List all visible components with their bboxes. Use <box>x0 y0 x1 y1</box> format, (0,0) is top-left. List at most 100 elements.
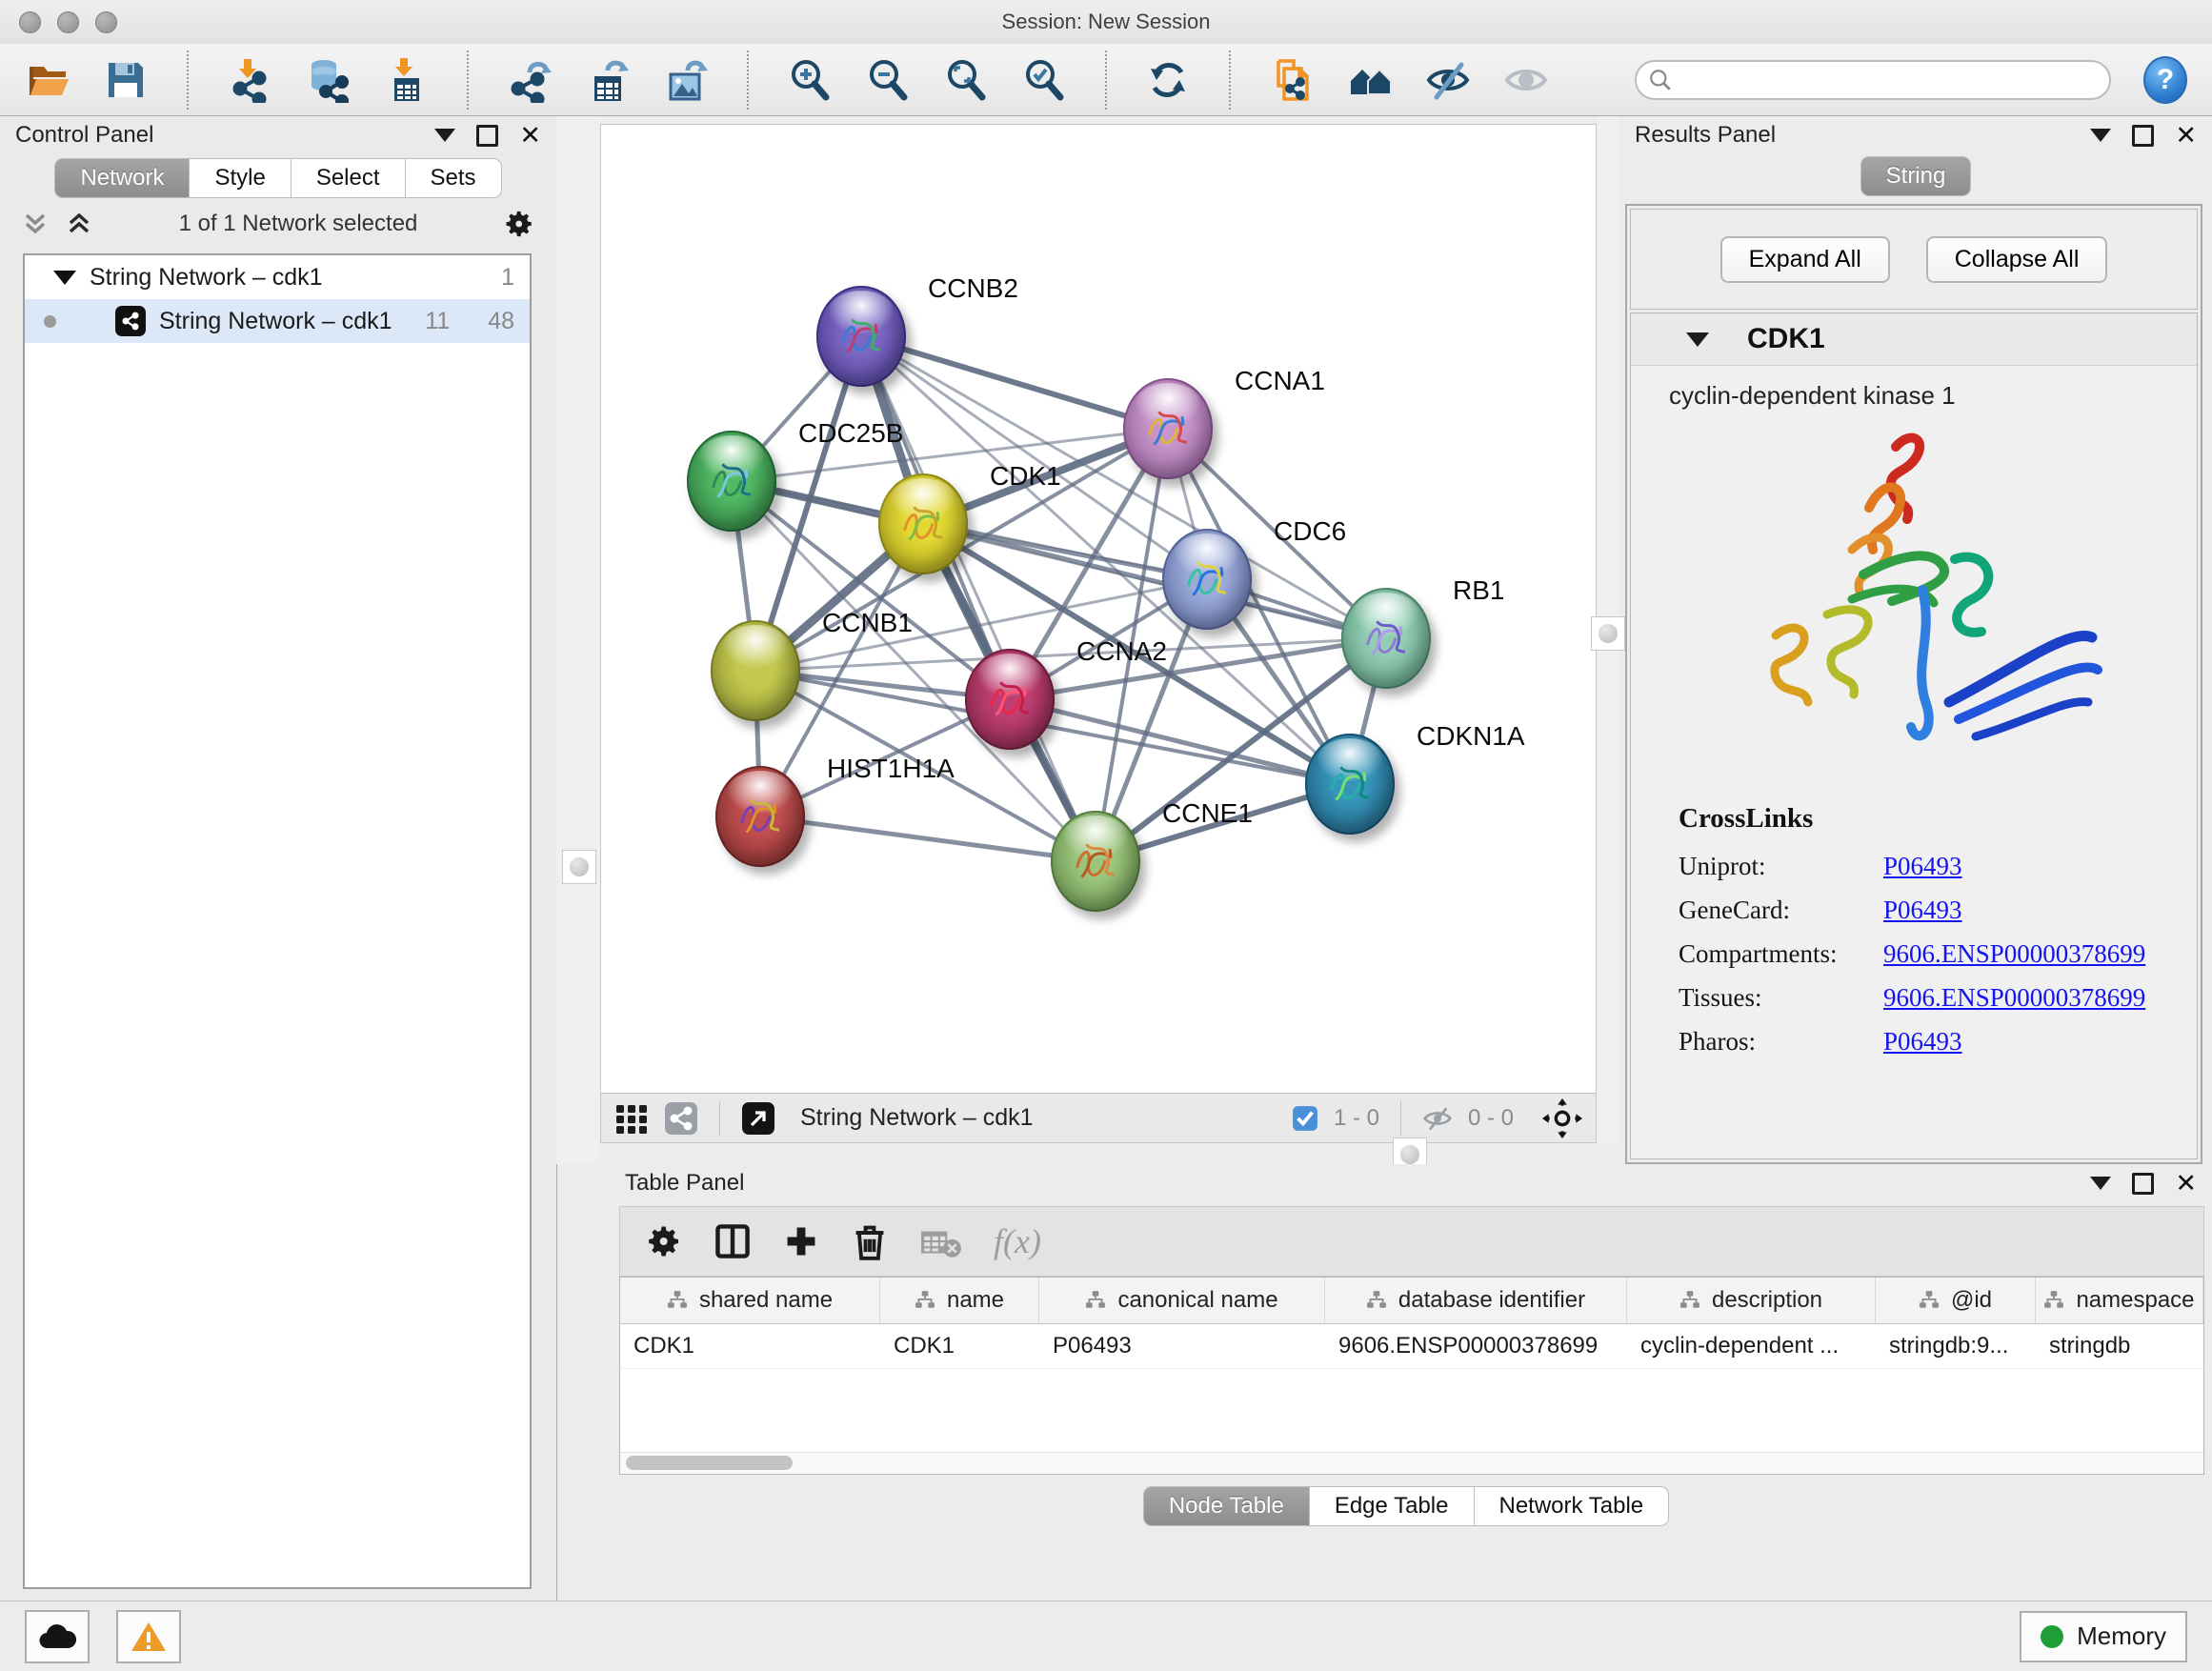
houses-icon[interactable] <box>1347 57 1393 103</box>
network-collection-row[interactable]: String Network – cdk1 1 <box>25 255 530 299</box>
left-splitter-handle[interactable] <box>562 850 596 884</box>
crosslink-link[interactable]: P06493 <box>1883 896 1962 925</box>
crosslink-link[interactable]: P06493 <box>1883 1027 1962 1057</box>
network-row[interactable]: String Network – cdk1 11 48 <box>25 299 530 343</box>
network-canvas[interactable]: CCNB2CCNA1CDC25BCDK1CDC6RB1CCNB1CCNA2CDK… <box>601 125 1596 1093</box>
column-header-name[interactable]: name <box>880 1278 1039 1323</box>
edge-ccnb2-ccne1[interactable] <box>861 336 1096 861</box>
network-node-hist1h1a[interactable] <box>715 766 805 867</box>
center-view-icon[interactable] <box>1542 1098 1582 1138</box>
crosslink-link[interactable]: P06493 <box>1883 852 1962 881</box>
scrollbar-thumb[interactable] <box>626 1456 793 1470</box>
crosslink-link[interactable]: 9606.ENSP00000378699 <box>1883 939 2145 969</box>
panel-menu-icon[interactable] <box>2090 1177 2111 1190</box>
import-network-from-database-icon[interactable] <box>305 57 351 103</box>
clone-network-icon[interactable] <box>1269 57 1315 103</box>
open-session-icon[interactable] <box>25 57 70 103</box>
left-splitter[interactable] <box>556 116 600 1164</box>
protein-section-header[interactable]: CDK1 <box>1631 313 2197 366</box>
panel-float-icon[interactable] <box>2132 125 2154 147</box>
table-cell[interactable]: stringdb <box>2036 1324 2203 1368</box>
column-header-shared-name[interactable]: shared name <box>620 1278 880 1323</box>
network-node-ccnb2[interactable] <box>816 286 906 387</box>
tab-network-table[interactable]: Network Table <box>1475 1486 1670 1526</box>
tab-node-table[interactable]: Node Table <box>1143 1486 1310 1526</box>
search-input[interactable] <box>1680 67 2098 93</box>
table-cell[interactable]: P06493 <box>1039 1324 1325 1368</box>
table-cell[interactable]: 9606.ENSP00000378699 <box>1325 1324 1627 1368</box>
network-node-cdc6[interactable] <box>1162 529 1252 630</box>
show-columns-icon[interactable] <box>714 1222 752 1260</box>
function-builder-icon[interactable]: f(x) <box>994 1221 1041 1261</box>
network-node-ccne1[interactable] <box>1051 811 1140 912</box>
search-box[interactable] <box>1635 60 2111 100</box>
table-cell[interactable]: stringdb:9... <box>1876 1324 2036 1368</box>
network-edges[interactable] <box>601 125 1596 1093</box>
import-table-from-file-icon[interactable] <box>383 57 429 103</box>
export-table-icon[interactable] <box>585 57 631 103</box>
tab-string[interactable]: String <box>1860 156 1972 196</box>
warning-button[interactable] <box>116 1610 181 1663</box>
expand-all-button[interactable]: Expand All <box>1720 236 1890 283</box>
tab-style[interactable]: Style <box>190 158 291 198</box>
table-horizontal-scrollbar[interactable] <box>620 1452 2203 1474</box>
table-options-gear-icon[interactable] <box>645 1222 683 1260</box>
export-image-icon[interactable] <box>663 57 709 103</box>
network-options-gear-icon[interactable] <box>503 208 535 240</box>
collection-expand-icon[interactable] <box>53 271 76 285</box>
delete-table-icon[interactable] <box>919 1222 963 1260</box>
export-network-icon[interactable] <box>507 57 553 103</box>
tab-edge-table[interactable]: Edge Table <box>1310 1486 1475 1526</box>
right-splitter[interactable] <box>1597 116 1619 1164</box>
zoom-selected-icon[interactable] <box>1021 57 1067 103</box>
network-node-ccna1[interactable] <box>1123 378 1213 479</box>
network-node-cdc25b[interactable] <box>687 431 776 532</box>
column-header-namespace[interactable]: namespace <box>2036 1278 2203 1323</box>
edge-ccnb2-ccna1[interactable] <box>861 336 1168 429</box>
tab-sets[interactable]: Sets <box>406 158 502 198</box>
column-header-database-identifier[interactable]: database identifier <box>1325 1278 1627 1323</box>
panel-menu-icon[interactable] <box>434 129 455 142</box>
column-header-description[interactable]: description <box>1627 1278 1876 1323</box>
import-network-from-file-icon[interactable] <box>227 57 272 103</box>
table-cell[interactable]: CDK1 <box>880 1324 1039 1368</box>
panel-close-icon[interactable]: ✕ <box>519 126 541 145</box>
network-node-ccna2[interactable] <box>965 649 1055 750</box>
memory-button[interactable]: Memory <box>2020 1611 2187 1662</box>
panel-float-icon[interactable] <box>476 125 498 147</box>
table-cell[interactable]: CDK1 <box>620 1324 880 1368</box>
table-cell[interactable]: cyclin-dependent ... <box>1627 1324 1876 1368</box>
panel-menu-icon[interactable] <box>2090 129 2111 142</box>
refresh-icon[interactable] <box>1145 57 1191 103</box>
edge-hist1h1a-ccne1[interactable] <box>760 816 1096 861</box>
birdseye-grid-icon[interactable] <box>614 1101 649 1136</box>
collapse-all-button[interactable]: Collapse All <box>1926 236 2108 283</box>
selected-checkbox-icon[interactable] <box>1292 1105 1318 1132</box>
zoom-out-icon[interactable] <box>865 57 911 103</box>
delete-column-icon[interactable] <box>851 1222 889 1260</box>
column-header-@id[interactable]: @id <box>1876 1278 2036 1323</box>
panel-close-icon[interactable]: ✕ <box>2175 126 2197 145</box>
section-collapse-icon[interactable] <box>1686 332 1709 347</box>
network-node-cdkn1a[interactable] <box>1305 734 1395 835</box>
expand-all-icon[interactable] <box>65 211 93 236</box>
hidden-eye-slash-icon[interactable] <box>1422 1103 1453 1134</box>
cloud-button[interactable] <box>25 1610 90 1663</box>
open-in-window-icon[interactable] <box>741 1101 775 1136</box>
panel-float-icon[interactable] <box>2132 1173 2154 1195</box>
panel-close-icon[interactable]: ✕ <box>2175 1174 2197 1193</box>
network-share-icon[interactable] <box>664 1101 698 1136</box>
collapse-all-icon[interactable] <box>21 211 50 236</box>
help-button[interactable]: ? <box>2143 56 2187 104</box>
show-all-eye-icon[interactable] <box>1503 57 1549 103</box>
zoom-in-icon[interactable] <box>787 57 833 103</box>
network-node-rb1[interactable] <box>1341 588 1431 689</box>
crosslink-link[interactable]: 9606.ENSP00000378699 <box>1883 983 2145 1013</box>
save-session-icon[interactable] <box>103 57 149 103</box>
hide-selected-eye-icon[interactable] <box>1425 57 1471 103</box>
network-node-cdk1[interactable] <box>878 473 968 574</box>
zoom-fit-icon[interactable] <box>943 57 989 103</box>
add-column-icon[interactable] <box>782 1222 820 1260</box>
tab-select[interactable]: Select <box>292 158 406 198</box>
column-header-canonical-name[interactable]: canonical name <box>1039 1278 1325 1323</box>
